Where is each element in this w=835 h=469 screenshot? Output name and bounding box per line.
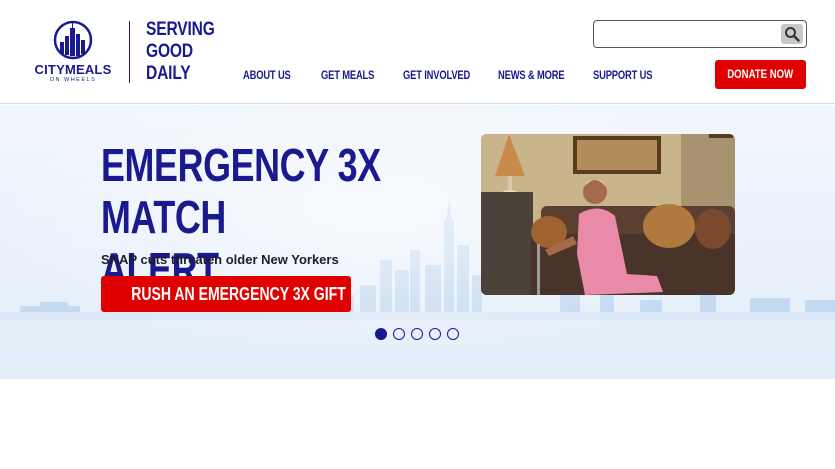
emergency-gift-label: RUSH AN EMERGENCY 3X GIFT: [131, 284, 346, 304]
logo-subtext: ON WHEELS: [49, 77, 97, 83]
search-button[interactable]: [781, 24, 803, 44]
site-header: CITYMEALS ON WHEELS SERVING GOOD DAILY A…: [0, 0, 835, 104]
hero-headline: EMERGENCY 3X MATCH ALERT: [101, 139, 382, 295]
carousel-dot[interactable]: [411, 328, 423, 340]
tagline: SERVING GOOD DAILY: [146, 19, 215, 85]
carousel-dot[interactable]: [447, 328, 459, 340]
search-box: [593, 20, 807, 48]
carousel-dot[interactable]: [429, 328, 441, 340]
tagline-line: GOOD: [146, 41, 193, 62]
hero-photo: [481, 134, 735, 295]
logo-wordmark: CITYMEALS: [34, 62, 112, 77]
citymeals-logo[interactable]: CITYMEALS ON WHEELS: [30, 20, 116, 86]
nav-about-us[interactable]: ABOUT US: [243, 68, 291, 82]
city-skyline-logo-icon: [53, 20, 93, 60]
nav-support-us[interactable]: SUPPORT US: [593, 68, 652, 82]
nav-get-meals[interactable]: GET MEALS: [321, 68, 374, 82]
tagline-line: SERVING: [146, 19, 215, 40]
emergency-gift-button[interactable]: RUSH AN EMERGENCY 3X GIFT: [101, 276, 351, 312]
hero-carousel: EMERGENCY 3X MATCH ALERT SNAP cuts threa…: [0, 105, 835, 379]
page: CITYMEALS ON WHEELS SERVING GOOD DAILY A…: [0, 0, 835, 469]
donate-now-label: DONATE NOW: [727, 67, 794, 81]
carousel-dot[interactable]: [375, 328, 387, 340]
hero-headline-line: EMERGENCY 3X MATCH: [101, 139, 381, 243]
nav-news-more[interactable]: NEWS & MORE: [498, 68, 565, 82]
senior-woman-photo: [481, 134, 735, 295]
donate-now-button[interactable]: DONATE NOW: [715, 60, 806, 89]
header-divider: [129, 21, 130, 83]
search-icon: [785, 27, 800, 42]
nav-get-involved[interactable]: GET INVOLVED: [403, 68, 470, 82]
search-input[interactable]: [598, 23, 774, 43]
tagline-line: DAILY: [146, 63, 191, 84]
carousel-dot[interactable]: [393, 328, 405, 340]
hero-subhead: SNAP cuts threaten older New Yorkers: [101, 252, 339, 267]
